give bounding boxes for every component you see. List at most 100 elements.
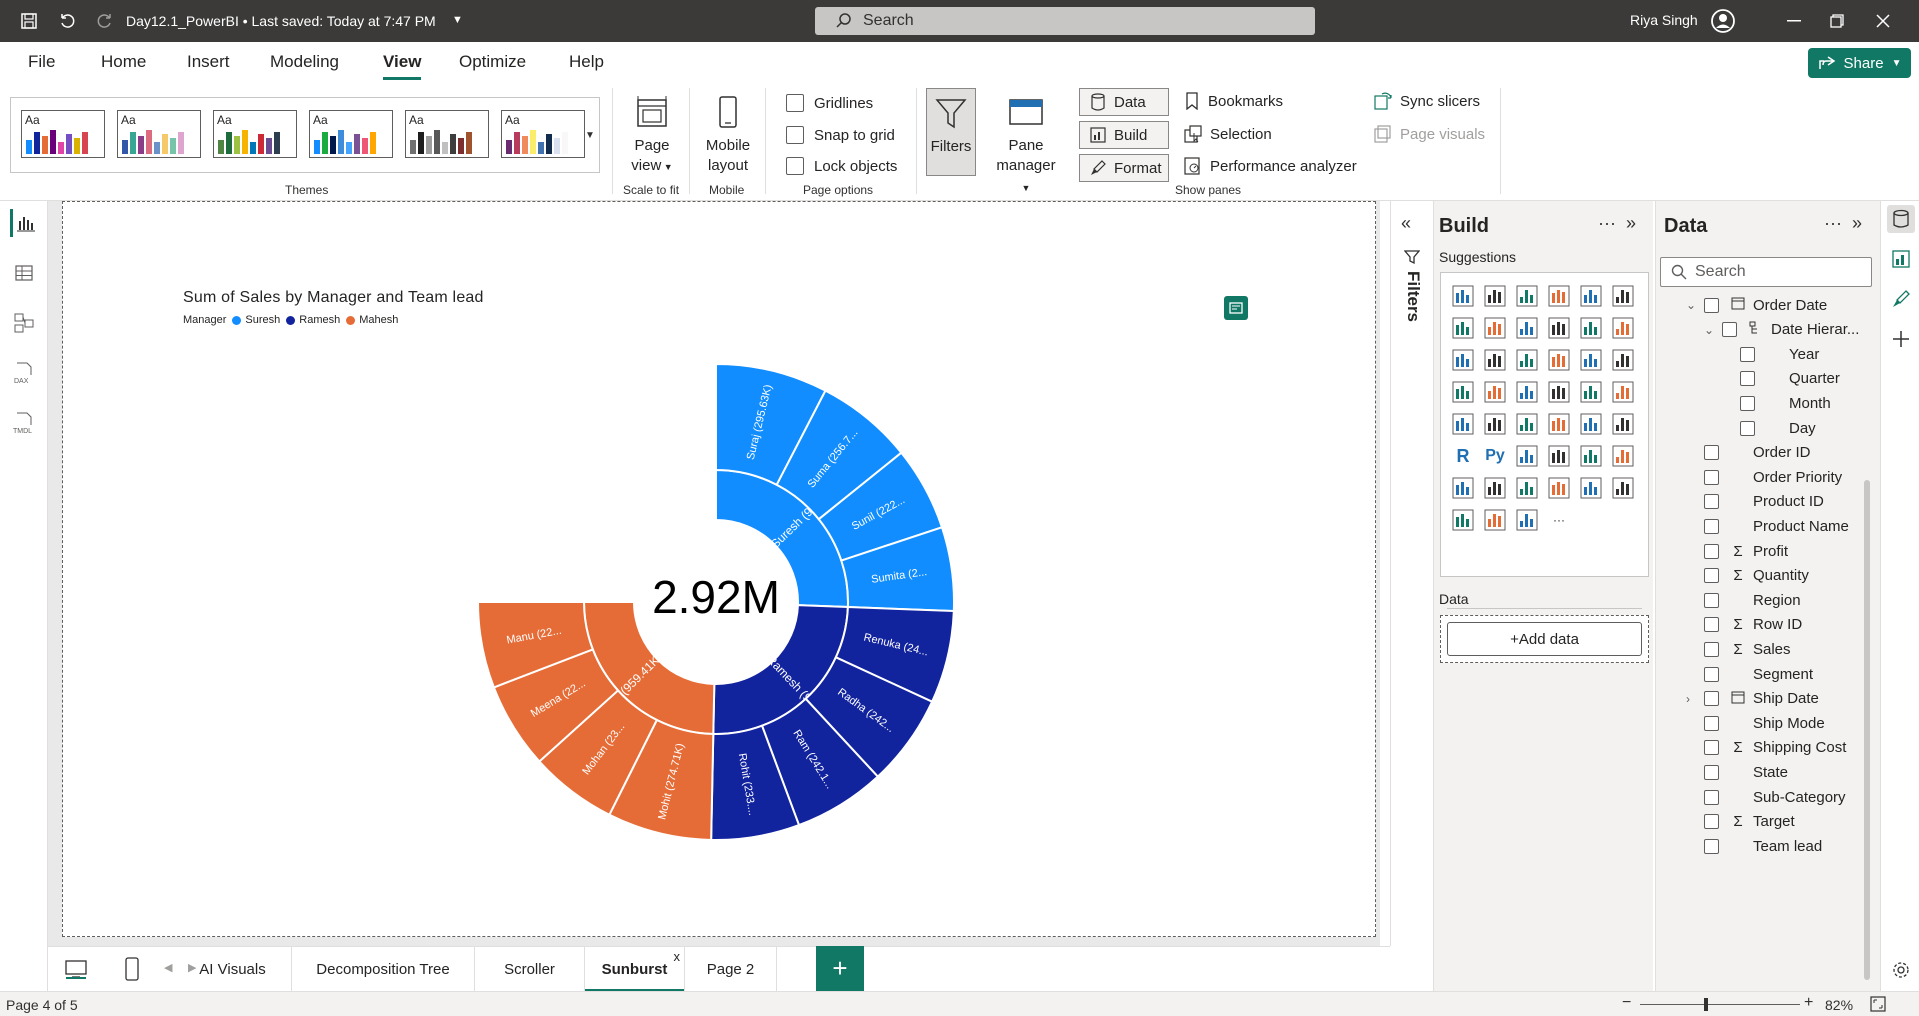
close-icon[interactable] [1872,10,1894,32]
field-checkbox[interactable] [1704,740,1719,756]
menu-modeling[interactable]: Modeling [270,52,339,72]
theme-option-1[interactable]: Aa [21,110,105,158]
data-search-input[interactable]: Search [1660,257,1872,287]
100-bar-visual-icon[interactable] [1577,282,1605,310]
filters-pane-button[interactable]: Filters [926,88,976,176]
arcgis-visual-icon[interactable] [1481,506,1509,534]
smart-narrative-icon[interactable] [1224,296,1248,320]
lock-objects-checkbox[interactable]: Lock objects [786,157,897,175]
field-checkbox[interactable] [1740,420,1755,436]
theme-gallery-more-button[interactable]: ▼ [580,97,600,173]
azure-map-visual-icon[interactable] [1577,378,1605,406]
field-checkbox[interactable] [1704,715,1719,731]
power-apps-alt-visual-icon[interactable] [1513,506,1541,534]
minimize-icon[interactable] [1783,10,1805,32]
menu-insert[interactable]: Insert [187,52,230,72]
kpi-visual-icon[interactable] [1513,410,1541,438]
line-visual-icon[interactable] [1449,314,1477,342]
add-data-button[interactable]: +Add data [1447,622,1642,656]
field-checkbox[interactable] [1704,494,1719,510]
theme-option-4[interactable]: Aa [309,110,393,158]
zoom-level[interactable]: 82% [1825,997,1853,1013]
dax-query-view-icon[interactable]: DAX [10,359,38,387]
card-visual-icon[interactable] [1449,410,1477,438]
more-options-icon[interactable]: ··· [1598,213,1616,234]
r-visual-visual-icon[interactable]: R [1449,442,1477,470]
field-checkbox[interactable] [1704,469,1719,485]
legend-item-ramesh[interactable]: Ramesh [299,314,340,326]
field-checkbox[interactable] [1704,445,1719,461]
zoom-out-button[interactable]: − [1622,994,1631,1012]
theme-option-5[interactable]: Aa [405,110,489,158]
field-checkbox[interactable] [1704,691,1719,707]
field-checkbox[interactable] [1704,666,1719,682]
zoom-slider-thumb[interactable] [1703,998,1708,1011]
stacked-bar-visual-icon[interactable] [1449,282,1477,310]
stacked-area-visual-icon[interactable] [1513,314,1541,342]
desktop-layout-icon[interactable] [64,959,88,982]
field-checkbox[interactable] [1704,518,1719,534]
snap-to-grid-checkbox[interactable]: Snap to grid [786,126,895,144]
field-checkbox[interactable] [1704,838,1719,854]
field-checkbox[interactable] [1704,764,1719,780]
waterfall-visual-icon[interactable] [1481,346,1509,374]
add-page-button[interactable]: + [816,946,864,991]
new-card-visual-icon[interactable] [1577,474,1605,502]
stacked-column-visual-icon[interactable] [1481,282,1509,310]
data-pane-button[interactable]: Data [1079,88,1169,116]
slicer-visual-icon[interactable] [1545,410,1573,438]
page-tab-decomposition-tree[interactable]: Decomposition Tree [292,947,475,992]
share-button[interactable]: Share ▼ [1808,48,1911,78]
field-checkbox[interactable] [1722,322,1737,338]
line-column-visual-icon[interactable] [1577,314,1605,342]
field-checkbox[interactable] [1704,789,1719,805]
close-page-icon[interactable]: x [674,949,681,964]
reference-layer-visual-icon[interactable] [1449,506,1477,534]
page-view-button[interactable]: Page view ▼ [626,94,678,177]
theme-option-6[interactable]: Aa [501,110,585,158]
selection-button[interactable]: Selection [1184,125,1272,143]
field-checkbox[interactable] [1704,568,1719,584]
data-pane-scrollbar[interactable] [1864,480,1870,980]
100-column-visual-icon[interactable] [1609,282,1637,310]
matrix-visual-icon[interactable] [1609,410,1637,438]
map-visual-icon[interactable] [1481,378,1509,406]
filled-map-visual-icon[interactable] [1513,378,1541,406]
treemap-visual-icon[interactable] [1449,378,1477,406]
key-influencers-visual-icon[interactable] [1513,442,1541,470]
page-tab-page-2[interactable]: Page 2 [685,947,777,992]
save-icon[interactable] [16,8,42,34]
chevron-left-double-icon[interactable]: « [1401,213,1411,234]
user-avatar-icon[interactable] [1710,8,1736,34]
scatter-visual-icon[interactable] [1545,346,1573,374]
add-pane-icon[interactable] [1887,325,1915,353]
build-pane-toggle-icon[interactable] [1887,245,1915,273]
mobile-layout-icon[interactable] [124,957,140,984]
clustered-bar-visual-icon[interactable] [1513,282,1541,310]
zoom-slider[interactable] [1640,998,1800,1011]
page-tab-scroller[interactable]: Scroller [475,947,585,992]
restore-icon[interactable] [1826,10,1848,32]
decomposition-tree-visual-icon[interactable] [1545,442,1573,470]
redo-icon[interactable] [92,8,118,34]
ribbon-visual-icon[interactable] [1449,346,1477,374]
legend-item-suresh[interactable]: Suresh [245,314,280,326]
filters-pane-collapsed[interactable]: « Filters [1390,201,1433,946]
fit-to-page-icon[interactable] [1870,996,1886,1015]
user-name[interactable]: Riya Singh [1630,12,1698,28]
menu-optimize[interactable]: Optimize [459,52,526,72]
smart-narrative-visual-icon[interactable] [1609,442,1637,470]
chevron-down-icon[interactable]: ⌄ [1704,323,1714,337]
menu-file[interactable]: File [28,52,55,72]
gauge-visual-icon[interactable] [1609,378,1637,406]
menu-help[interactable]: Help [569,52,604,72]
zoom-in-button[interactable]: + [1804,994,1813,1012]
funnel-visual-icon[interactable] [1513,346,1541,374]
undo-icon[interactable] [54,8,80,34]
field-checkbox[interactable] [1704,617,1719,633]
menu-home[interactable]: Home [101,52,146,72]
paginated-visual-icon[interactable] [1481,474,1509,502]
field-checkbox[interactable] [1704,543,1719,559]
pie-visual-icon[interactable] [1577,346,1605,374]
document-title[interactable]: Day12.1_PowerBI • Last saved: Today at 7… [126,13,436,29]
